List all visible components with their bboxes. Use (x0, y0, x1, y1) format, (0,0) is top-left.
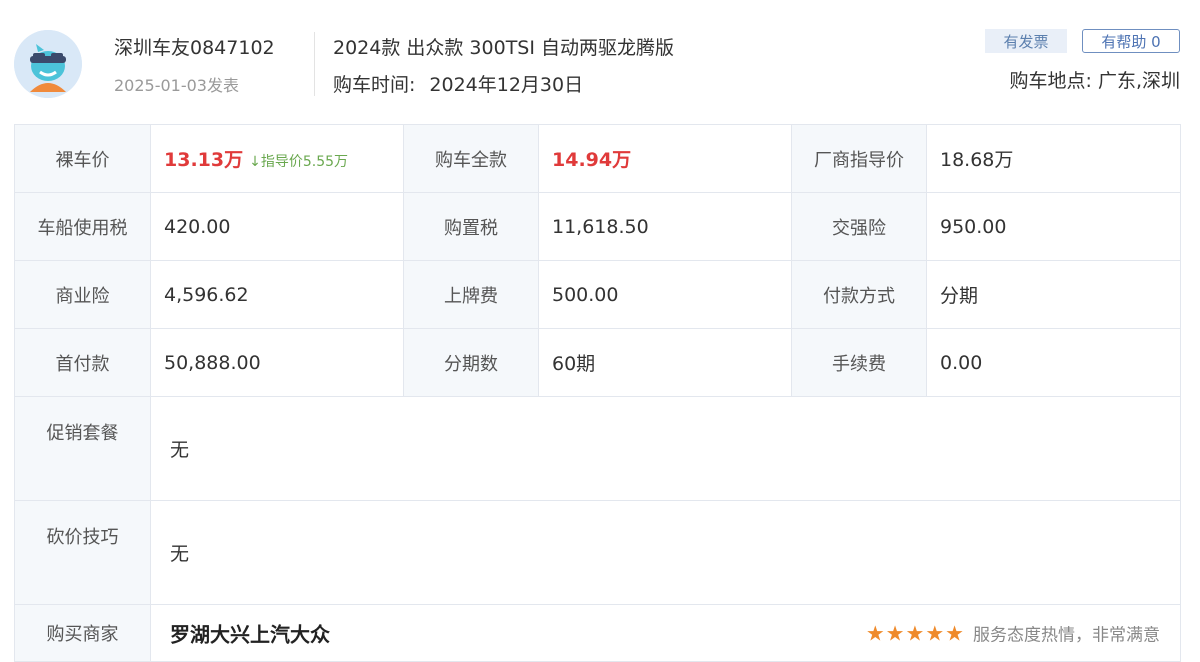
purchase-time-value: 2024年12月30日 (429, 74, 584, 96)
dealer-label: 购买商家 (14, 604, 151, 662)
down-payment-value: 50,888.00 (150, 328, 404, 397)
bare-price-value: 13.13万 (164, 149, 244, 171)
review-header: 深圳车友0847102 2025-01-03发表 2024款 出众款 300TS… (0, 0, 1200, 120)
full-price-label: 购车全款 (403, 124, 539, 193)
bare-price-cell: 13.13万 ↓指导价5.55万 (150, 124, 404, 193)
star-rating-icon: ★★★★★ (865, 621, 965, 645)
promo-package-value: 无 (150, 396, 1181, 501)
full-price-cell: 14.94万 (538, 124, 792, 193)
bargain-tips-label: 砍价技巧 (14, 500, 151, 605)
promo-package-label: 促销套餐 (14, 396, 151, 501)
avatar-mascot-icon (14, 30, 82, 98)
purchase-time: 购车时间: 2024年12月30日 (333, 70, 583, 97)
vehicle-tax-label: 车船使用税 (14, 192, 151, 261)
msrp-label: 厂商指导价 (791, 124, 927, 193)
compulsory-insurance-label: 交强险 (791, 192, 927, 261)
payment-method-value: 分期 (926, 260, 1181, 329)
table-row: 车船使用税 420.00 购置税 11,618.50 交强险 950.00 (14, 192, 1181, 261)
dealer-rating-text: 服务态度热情，非常满意 (973, 625, 1160, 646)
payment-method-label: 付款方式 (791, 260, 927, 329)
msrp-value: 18.68万 (926, 124, 1181, 193)
purchase-tax-value: 11,618.50 (538, 192, 792, 261)
service-fee-label: 手续费 (791, 328, 927, 397)
purchase-tax-label: 购置税 (403, 192, 539, 261)
bargain-tips-value: 无 (150, 500, 1181, 605)
installments-value: 60期 (538, 328, 792, 397)
table-row: 促销套餐 无 (14, 396, 1181, 501)
purchase-time-label: 购车时间: (333, 74, 416, 96)
header-divider (314, 32, 315, 96)
invoice-badge: 有发票 (985, 29, 1067, 53)
dealer-cell: 罗湖大兴上汽大众 ★★★★★ 服务态度热情，非常满意 (150, 604, 1181, 662)
commercial-insurance-value: 4,596.62 (150, 260, 404, 329)
plate-fee-label: 上牌费 (403, 260, 539, 329)
guide-price-discount-note: ↓指导价5.55万 (249, 154, 349, 170)
vehicle-tax-value: 420.00 (150, 192, 404, 261)
dealer-name[interactable]: 罗湖大兴上汽大众 (170, 619, 330, 648)
user-avatar[interactable] (14, 30, 82, 98)
installments-label: 分期数 (403, 328, 539, 397)
car-model-title[interactable]: 2024款 出众款 300TSI 自动两驱龙腾版 (333, 33, 674, 60)
table-row: 裸车价 13.13万 ↓指导价5.55万 购车全款 14.94万 厂商指导价 18… (14, 124, 1181, 193)
price-detail-table: 裸车价 13.13万 ↓指导价5.55万 购车全款 14.94万 厂商指导价 18… (14, 124, 1181, 662)
compulsory-insurance-value: 950.00 (926, 192, 1181, 261)
commercial-insurance-label: 商业险 (14, 260, 151, 329)
down-payment-label: 首付款 (14, 328, 151, 397)
table-row: 购买商家 罗湖大兴上汽大众 ★★★★★ 服务态度热情，非常满意 (14, 604, 1181, 662)
dealer-rating: ★★★★★ 服务态度热情，非常满意 (866, 621, 1160, 646)
plate-fee-value: 500.00 (538, 260, 792, 329)
full-price-value: 14.94万 (552, 149, 632, 171)
helpful-button[interactable]: 有帮助 0 (1082, 29, 1180, 53)
purchase-place: 购车地点: 广东,深圳 (1009, 70, 1180, 92)
user-name[interactable]: 深圳车友0847102 (114, 33, 275, 60)
bare-price-label: 裸车价 (14, 124, 151, 193)
table-row: 砍价技巧 无 (14, 500, 1181, 605)
table-row: 首付款 50,888.00 分期数 60期 手续费 0.00 (14, 328, 1181, 397)
service-fee-value: 0.00 (926, 328, 1181, 397)
table-row: 商业险 4,596.62 上牌费 500.00 付款方式 分期 (14, 260, 1181, 329)
post-date: 2025-01-03发表 (114, 76, 239, 95)
